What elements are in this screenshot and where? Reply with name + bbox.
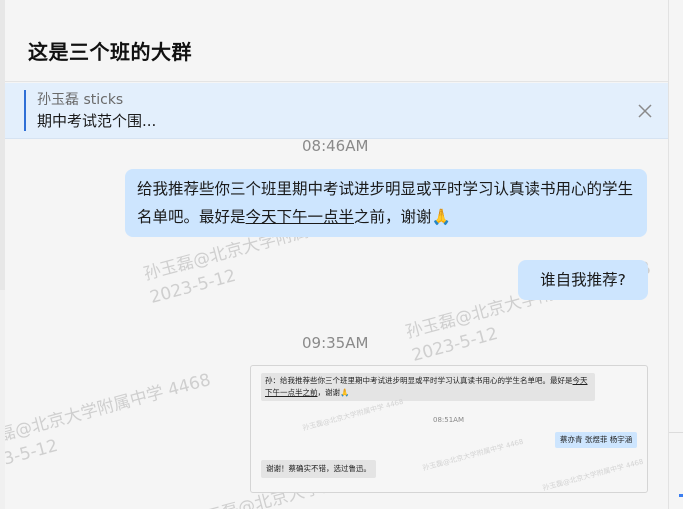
timestamp: 09:35AM (302, 334, 369, 352)
chat-header: 这是三个班的大群 (5, 0, 668, 82)
attachment-watermark: 孙玉磊@北京大学附属中学 4468 (421, 437, 525, 473)
attachment-message-1: 孙：给我推荐些你三个班里期中考试进步明显或平时学习认真读书用心的学生名单吧。最好… (261, 373, 595, 401)
message-bubble-outgoing[interactable]: 给我推荐些你三个班里期中考试进步明显或平时学习认真读书用心的学生名单吧。最好是今… (125, 169, 647, 237)
attachment-msg-end: ，谢谢🙏 (317, 388, 350, 397)
attachment-reply: 蔡亦青 张煜菲 杨宇涵 (555, 432, 638, 448)
message-underlined-text: 今天下午一点半 (245, 208, 355, 226)
message-text-end: 之前，谢谢 (354, 208, 432, 226)
right-panel-edge (668, 0, 683, 509)
divider (669, 432, 683, 433)
image-attachment[interactable]: 孙：给我推荐些你三个班里期中考试进步明显或平时学习认真读书用心的学生名单吧。最好… (250, 365, 648, 493)
watermark-line2: 2023-5-12 (147, 265, 238, 308)
attachment-msg-prefix: 孙： (265, 376, 280, 385)
pinned-sender: 孙玉磊 sticks (37, 92, 124, 108)
watermark-line2: 2023-5-12 (5, 435, 60, 478)
pinned-snippet: 期中考试范个围... (37, 112, 157, 130)
scroll-indicator[interactable] (679, 494, 683, 497)
pinned-accent-bar (24, 90, 26, 131)
praying-hands-icon: 🙏 (431, 208, 451, 226)
watermark-line1: 孙玉磊@北京大学附属中学 4468 (5, 370, 213, 455)
message-bubble-outgoing[interactable]: 谁自我推荐? (518, 260, 648, 300)
timestamp: 08:46AM (302, 137, 369, 155)
close-icon[interactable] (636, 102, 654, 120)
attachment-message-3: 谢谢！蔡确实不错，选过鲁迅。 (261, 460, 376, 478)
watermark-line2: 2023-5-12 (409, 323, 500, 366)
watermark: 孙玉磊@北京大学附属中学 4468 2023-5-12 (5, 368, 220, 480)
attachment-timestamp: 08:51AM (433, 416, 465, 424)
message-text: 谁自我推荐? (540, 271, 626, 289)
pinned-message-banner[interactable]: 孙玉磊 sticks 期中考试范个围... (5, 83, 668, 139)
conversation-title: 这是三个班的大群 (28, 40, 192, 64)
attachment-msg-text: 给我推荐些你三个班里期中考试进步明显或平时学习认真读书用心的学生名单吧。最好是 (280, 376, 573, 385)
chat-window: 这是三个班的大群 孙玉磊 sticks 期中考试范个围... 08:46AM 孙… (5, 0, 668, 509)
attachment-watermark: 孙玉磊@北京大学附属中学 4468 (541, 457, 645, 493)
attachment-watermark: 孙玉磊@北京大学附属中学 4468 (301, 397, 405, 433)
